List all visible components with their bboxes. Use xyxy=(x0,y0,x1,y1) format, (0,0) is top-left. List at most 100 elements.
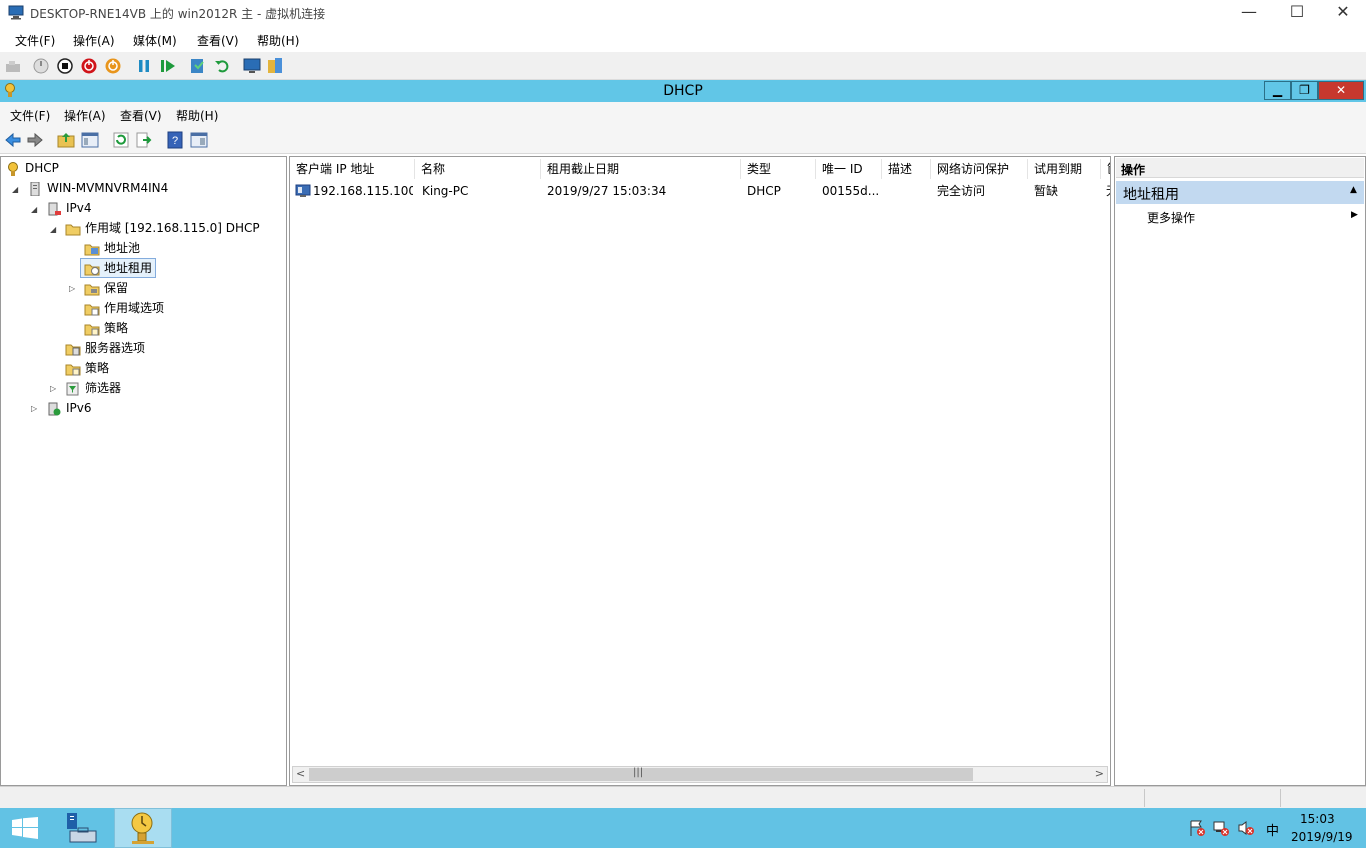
vm-menu-media[interactable]: 媒体(M) xyxy=(133,32,177,49)
dhcp-taskbar-icon xyxy=(131,812,154,844)
tree-item-server[interactable]: WIN-MVMNVRM4IN4 xyxy=(27,178,168,198)
cell-client-ip: 192.168.115.100 xyxy=(313,184,413,198)
dhcp-icon xyxy=(8,161,18,176)
tree-item-dhcp[interactable]: DHCP xyxy=(5,158,59,178)
help-icon[interactable]: ? xyxy=(166,131,184,149)
server-options-icon xyxy=(65,344,81,355)
tree-label: 筛选器 xyxy=(85,381,122,395)
tree-item-address-pool[interactable]: 地址池 xyxy=(84,238,140,258)
tree-item-filters[interactable]: 筛选器 xyxy=(65,378,121,398)
forward-icon[interactable] xyxy=(26,131,44,149)
tree-item-server-options[interactable]: 服务器选项 xyxy=(65,338,145,358)
vm-title-bar: DESKTOP-RNE14VB 上的 win2012R 主 - 虚拟机连接 — … xyxy=(0,0,1366,26)
column-header-type[interactable]: 类型 xyxy=(741,159,816,179)
status-bar xyxy=(0,786,1366,808)
tree-label: 策略 xyxy=(85,361,110,375)
expand-icon[interactable]: ▷ xyxy=(69,284,75,293)
network-icon[interactable] xyxy=(1212,820,1230,836)
vm-menu-help[interactable]: 帮助(H) xyxy=(257,32,299,49)
inner-minimize-button[interactable]: ▁ xyxy=(1264,81,1291,100)
vm-menu-action[interactable]: 操作(A) xyxy=(73,32,115,49)
properties-icon[interactable] xyxy=(190,131,208,149)
horizontal-scrollbar[interactable]: < ||| > xyxy=(292,766,1108,783)
cell-description xyxy=(888,181,928,201)
scrollbar-grip: ||| xyxy=(633,767,644,778)
actions-section-header[interactable]: 地址租用 ▲ xyxy=(1116,181,1364,204)
tree-item-scope-policy[interactable]: 策略 xyxy=(84,318,128,338)
power-icon[interactable] xyxy=(104,57,122,75)
dhcp-menu-help[interactable]: 帮助(H) xyxy=(176,107,218,124)
revert-icon[interactable] xyxy=(213,57,231,75)
reservation-icon xyxy=(84,284,100,295)
cell-name: King-PC xyxy=(422,184,469,198)
cell-extra: 无 xyxy=(1106,181,1110,201)
tree-label: 策略 xyxy=(104,321,129,335)
inner-close-button[interactable]: ✕ xyxy=(1318,81,1364,100)
scroll-right-arrow[interactable]: > xyxy=(1095,767,1104,780)
volume-muted-icon[interactable] xyxy=(1237,820,1255,836)
ipv6-icon xyxy=(48,402,61,415)
ime-indicator[interactable]: 中 xyxy=(1266,820,1279,839)
windows-logo-icon xyxy=(12,817,38,839)
collapse-icon[interactable]: ◢ xyxy=(50,225,56,234)
expand-icon[interactable]: ▷ xyxy=(50,384,56,393)
back-icon[interactable] xyxy=(4,131,22,149)
ctrl-alt-del-icon[interactable] xyxy=(4,57,22,75)
collapse-icon[interactable]: ◢ xyxy=(12,185,18,194)
column-header-extra[interactable]: 筐 xyxy=(1101,159,1110,179)
tree-item-reservations[interactable]: 保留 xyxy=(84,278,128,298)
clock-date[interactable]: 2019/9/19 xyxy=(1291,830,1353,844)
column-header-client-ip[interactable]: 客户端 IP 地址 xyxy=(290,159,415,179)
start-icon[interactable] xyxy=(32,57,50,75)
tree-item-address-lease[interactable]: 地址租用 xyxy=(80,258,157,278)
refresh-icon[interactable] xyxy=(112,131,130,149)
minimize-button[interactable]: — xyxy=(1226,0,1272,26)
vm-menu-view[interactable]: 查看(V) xyxy=(197,32,239,49)
tree-item-ipv6[interactable]: IPv6 xyxy=(46,398,92,418)
inner-restore-button[interactable]: ❐ xyxy=(1291,81,1318,100)
column-header-description[interactable]: 描述 xyxy=(882,159,931,179)
enhanced-session-icon[interactable] xyxy=(243,57,261,75)
scope-folder-icon xyxy=(65,224,81,235)
collapse-icon[interactable]: ◢ xyxy=(31,205,37,214)
tree-label: 作用域 [192.168.115.0] DHCP xyxy=(85,221,260,235)
expand-icon[interactable]: ▷ xyxy=(31,404,37,413)
tree-item-scope[interactable]: 作用域 [192.168.115.0] DHCP xyxy=(65,218,260,238)
scrollbar-thumb[interactable]: ||| xyxy=(309,767,973,781)
taskbar-server-manager[interactable] xyxy=(54,808,110,848)
collapse-section-icon[interactable]: ▲ xyxy=(1350,185,1357,195)
taskbar-dhcp[interactable] xyxy=(114,808,172,848)
svg-text:?: ? xyxy=(172,135,178,147)
checkpoint-icon[interactable] xyxy=(189,57,207,75)
column-header-name[interactable]: 名称 xyxy=(415,159,541,179)
start-button[interactable] xyxy=(0,808,50,848)
up-folder-icon[interactable] xyxy=(57,131,75,149)
share-icon[interactable] xyxy=(266,57,284,75)
action-center-flag-icon[interactable] xyxy=(1188,820,1206,836)
dhcp-menu-file[interactable]: 文件(F) xyxy=(10,107,50,124)
close-button[interactable]: ✕ xyxy=(1320,0,1366,26)
tree-item-ipv4[interactable]: IPv4 xyxy=(46,198,92,218)
shutdown-icon[interactable] xyxy=(80,57,98,75)
show-hide-tree-icon[interactable] xyxy=(81,131,99,149)
pause-icon[interactable] xyxy=(135,57,153,75)
resume-icon[interactable] xyxy=(159,57,177,75)
server-manager-icon xyxy=(67,813,97,843)
tree-item-server-policy[interactable]: 策略 xyxy=(65,358,109,378)
column-header-nap[interactable]: 网络访问保护 xyxy=(931,159,1028,179)
column-header-lease-expiration[interactable]: 租用截止日期 xyxy=(541,159,741,179)
tree-item-scope-options[interactable]: 作用域选项 xyxy=(84,298,164,318)
clock-time[interactable]: 15:03 xyxy=(1300,812,1335,826)
more-actions-item[interactable]: 更多操作 ▶ xyxy=(1116,207,1364,227)
dhcp-menu-action[interactable]: 操作(A) xyxy=(64,107,106,124)
actions-section-title: 地址租用 xyxy=(1123,187,1179,203)
turn-off-icon[interactable] xyxy=(56,57,74,75)
scroll-left-arrow[interactable]: < xyxy=(296,767,305,780)
export-icon[interactable] xyxy=(135,131,153,149)
vm-menu-file[interactable]: 文件(F) xyxy=(15,32,55,49)
dhcp-menu-view[interactable]: 查看(V) xyxy=(120,107,162,124)
column-header-unique-id[interactable]: 唯一 ID xyxy=(816,159,882,179)
column-header-probation[interactable]: 试用到期 xyxy=(1028,159,1101,179)
status-divider xyxy=(1144,789,1145,807)
maximize-button[interactable]: ☐ xyxy=(1274,0,1320,26)
